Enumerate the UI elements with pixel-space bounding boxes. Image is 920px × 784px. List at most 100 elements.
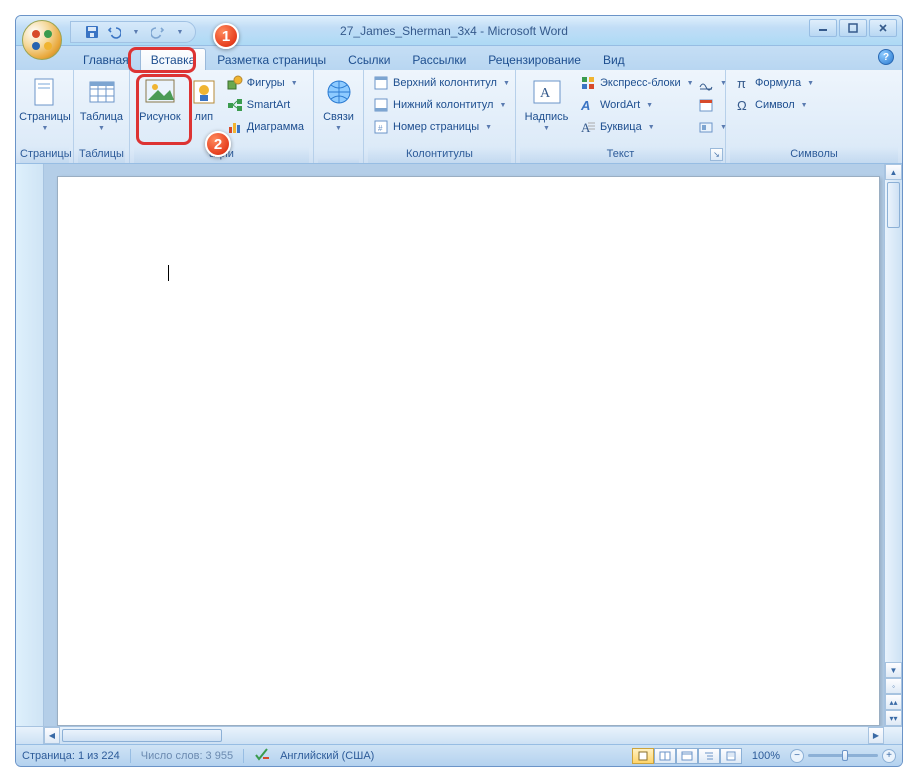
quickparts-icon bbox=[580, 75, 596, 91]
undo-icon[interactable] bbox=[105, 23, 123, 41]
maximize-button[interactable] bbox=[839, 19, 867, 37]
save-icon[interactable] bbox=[83, 23, 101, 41]
minimize-button[interactable] bbox=[809, 19, 837, 37]
symbol-button[interactable]: Ω Символ▼ bbox=[730, 94, 898, 116]
status-language[interactable]: Английский (США) bbox=[280, 750, 374, 762]
scroll-h-thumb[interactable] bbox=[62, 729, 222, 742]
tab-references[interactable]: Ссылки bbox=[337, 48, 401, 70]
status-word-count[interactable]: Число слов: 3 955 bbox=[141, 750, 233, 762]
links-label: Связи bbox=[323, 111, 354, 123]
footer-icon bbox=[373, 97, 389, 113]
page-number-icon: # bbox=[373, 119, 389, 135]
zoom-out-button[interactable]: − bbox=[790, 749, 804, 763]
header-button[interactable]: Верхний колонтитул▼ bbox=[368, 72, 511, 94]
group-links: Связи ▼ bbox=[314, 70, 364, 163]
annotation-badge-2: 2 bbox=[205, 131, 231, 157]
tab-review[interactable]: Рецензирование bbox=[477, 48, 592, 70]
page-number-button[interactable]: # Номер страницы▼ bbox=[368, 116, 511, 138]
view-outline[interactable] bbox=[698, 748, 720, 764]
tab-page-layout[interactable]: Разметка страницы bbox=[206, 48, 337, 70]
dropcap-icon: A bbox=[580, 119, 596, 135]
links-button[interactable]: Связи ▼ bbox=[318, 72, 359, 158]
redo-icon[interactable] bbox=[149, 23, 167, 41]
svg-text:A: A bbox=[580, 98, 590, 113]
close-button[interactable] bbox=[869, 19, 897, 37]
qat-customize-icon[interactable]: ▼ bbox=[171, 23, 189, 41]
svg-text:Ω: Ω bbox=[737, 98, 747, 113]
status-sep2 bbox=[243, 749, 244, 763]
word-window: ▼ ▼ 27_James_Sherman_3x4 - Microsoft Wor… bbox=[15, 15, 903, 767]
wordart-button[interactable]: A WordArt▼ bbox=[575, 94, 693, 116]
scroll-up-button[interactable]: ▲ bbox=[885, 164, 902, 180]
window-controls bbox=[809, 19, 897, 37]
quickparts-button[interactable]: Экспресс-блоки▼ bbox=[575, 72, 693, 94]
page-viewport[interactable]: ▲ ▼ ◦ ▴▴ ▾▾ bbox=[44, 164, 902, 726]
view-draft[interactable] bbox=[720, 748, 742, 764]
tab-insert[interactable]: Вставка bbox=[140, 48, 207, 70]
view-web-layout[interactable] bbox=[676, 748, 698, 764]
picture-label: Рисунок bbox=[139, 111, 181, 123]
view-reading[interactable] bbox=[654, 748, 676, 764]
footer-button[interactable]: Нижний колонтитул▼ bbox=[368, 94, 511, 116]
select-browse-object[interactable]: ◦ bbox=[885, 678, 902, 694]
scroll-down-button[interactable]: ▼ bbox=[885, 662, 902, 678]
shapes-icon bbox=[227, 75, 243, 91]
signature-icon bbox=[698, 75, 714, 91]
undo-dropdown-icon[interactable]: ▼ bbox=[127, 23, 145, 41]
quick-access-toolbar: ▼ ▼ bbox=[70, 21, 196, 43]
scroll-v-track[interactable] bbox=[885, 180, 902, 662]
wordart-icon: A bbox=[580, 97, 596, 113]
vertical-ruler[interactable] bbox=[16, 164, 44, 726]
view-print-layout[interactable] bbox=[632, 748, 654, 764]
tab-home[interactable]: Главная bbox=[72, 48, 140, 70]
object-icon bbox=[698, 119, 714, 135]
office-button[interactable] bbox=[22, 20, 62, 60]
next-page-button[interactable]: ▾▾ bbox=[885, 710, 902, 726]
tab-mailings[interactable]: Рассылки bbox=[401, 48, 477, 70]
chart-icon bbox=[227, 119, 243, 135]
scroll-left-button[interactable]: ◀ bbox=[44, 727, 60, 744]
equation-button[interactable]: π Формула▼ bbox=[730, 72, 898, 94]
zoom-in-button[interactable]: + bbox=[882, 749, 896, 763]
scroll-v-thumb[interactable] bbox=[887, 182, 900, 228]
textbox-button[interactable]: A Надпись ▼ bbox=[520, 72, 573, 146]
status-page[interactable]: Страница: 1 из 224 bbox=[22, 750, 120, 762]
scroll-h-track[interactable] bbox=[60, 727, 868, 744]
chart-button[interactable]: Диаграмма bbox=[222, 116, 309, 138]
pages-button[interactable]: Страницы ▼ bbox=[20, 72, 70, 146]
zoom-track[interactable] bbox=[808, 754, 878, 757]
page[interactable] bbox=[57, 176, 880, 726]
text-dialog-launcher[interactable] bbox=[710, 148, 723, 161]
horizontal-scrollbar[interactable]: ◀ ▶ bbox=[16, 726, 902, 744]
group-header-footer: Верхний колонтитул▼ Нижний колонтитул▼ #… bbox=[364, 70, 516, 163]
illustrations-column: Фигуры▼ SmartArt Диаграмма bbox=[222, 72, 309, 146]
hf-column: Верхний колонтитул▼ Нижний колонтитул▼ #… bbox=[368, 72, 511, 146]
picture-button[interactable]: Рисунок bbox=[134, 72, 186, 146]
object-button[interactable]: ▼ bbox=[695, 116, 721, 138]
smartart-icon bbox=[227, 97, 243, 113]
shapes-button[interactable]: Фигуры▼ bbox=[222, 72, 309, 94]
prev-page-button[interactable]: ▴▴ bbox=[885, 694, 902, 710]
group-pages: Страницы ▼ Страницы bbox=[16, 70, 74, 163]
group-tables: Таблица ▼ Таблицы bbox=[74, 70, 130, 163]
tab-view[interactable]: Вид bbox=[592, 48, 636, 70]
datetime-icon bbox=[698, 97, 714, 113]
scroll-right-button[interactable]: ▶ bbox=[868, 727, 884, 744]
zoom-thumb[interactable] bbox=[842, 750, 848, 761]
group-symbols-label: Символы bbox=[730, 146, 898, 163]
ribbon: Страницы ▼ Страницы Таблица ▼ Таблицы bbox=[16, 70, 902, 164]
office-icon bbox=[30, 28, 54, 52]
table-button[interactable]: Таблица ▼ bbox=[78, 72, 125, 146]
spellcheck-icon[interactable] bbox=[254, 747, 270, 764]
status-sep bbox=[130, 749, 131, 763]
zoom-level[interactable]: 100% bbox=[752, 750, 780, 762]
date-time-button[interactable] bbox=[695, 94, 721, 116]
vertical-scrollbar[interactable]: ▲ ▼ ◦ ▴▴ ▾▾ bbox=[884, 164, 902, 726]
smartart-button[interactable]: SmartArt bbox=[222, 94, 309, 116]
signature-line-button[interactable]: ▼ bbox=[695, 72, 721, 94]
dropcap-button[interactable]: A Буквица▼ bbox=[575, 116, 693, 138]
svg-text:A: A bbox=[581, 120, 591, 135]
group-pages-label: Страницы bbox=[20, 146, 69, 163]
symbols-col: π Формула▼ Ω Символ▼ bbox=[730, 72, 898, 146]
help-button[interactable]: ? bbox=[878, 49, 894, 65]
